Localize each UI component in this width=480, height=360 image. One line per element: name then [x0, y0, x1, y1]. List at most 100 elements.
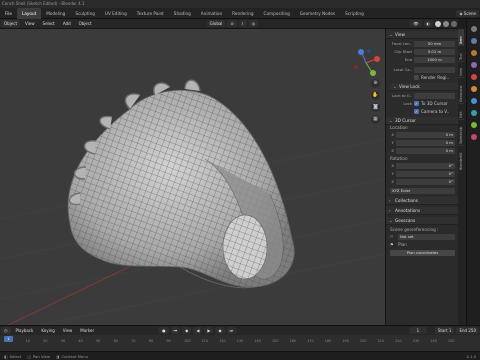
pivot-icon[interactable]: ⊙ — [227, 20, 237, 27]
plan-coordinates-button[interactable]: Plan coordinates — [390, 249, 455, 256]
tab-shading[interactable]: Shading — [169, 8, 196, 19]
tab-view[interactable]: View — [458, 61, 464, 77]
3d-viewport[interactable]: ⊕ ✋ ◙ ▦ — [0, 29, 386, 330]
n-panel-tabs: Item Tool View Geoscans Edit Sketchfab B… — [458, 29, 466, 325]
view-lock-section-header[interactable]: ⌄ View Lock — [390, 83, 458, 91]
world-properties-icon[interactable] — [470, 74, 477, 80]
jump-end-icon[interactable]: ⏭ — [226, 327, 237, 334]
grid-icon[interactable]: ▦ — [371, 115, 380, 124]
clip-end-field[interactable]: 1000 m — [414, 56, 455, 63]
jump-start-icon[interactable]: ⏮ — [170, 327, 181, 334]
timeline-view-menu[interactable]: View — [60, 327, 76, 334]
render-properties-icon[interactable] — [470, 38, 477, 44]
tab-sketchfab[interactable]: Sketchfab — [458, 119, 464, 145]
hand-pan-icon[interactable]: ✋ — [371, 91, 380, 100]
end-frame-field[interactable]: End 250 — [456, 327, 479, 334]
render-region-checkbox[interactable] — [414, 75, 419, 80]
play-icon[interactable]: ▶ — [204, 327, 214, 334]
gizmo-y-icon[interactable] — [370, 70, 376, 76]
tab-texture-paint[interactable]: Texture Paint — [132, 8, 169, 19]
tab-geoscans[interactable]: Geoscans — [458, 77, 464, 103]
rotation-x-field[interactable]: 0° — [396, 162, 455, 169]
tab-rendering[interactable]: Rendering — [227, 8, 258, 19]
location-y-field[interactable]: 0 m — [396, 139, 455, 146]
proportional-icon[interactable]: ◎ — [248, 20, 259, 27]
tab-blenderkit[interactable]: BlenderKit — [458, 145, 464, 171]
timeline-editor-icon[interactable]: ◷ — [1, 327, 11, 334]
tab-scripting[interactable]: Scripting — [340, 8, 369, 19]
rotation-z-field[interactable]: 0° — [396, 178, 455, 185]
file-menu[interactable]: File — [0, 8, 17, 19]
play-reverse-icon[interactable]: ◀ — [193, 327, 203, 334]
annotations-section-header[interactable]: › Annotations — [386, 207, 458, 215]
orientation-selector[interactable]: Global — [206, 20, 226, 27]
start-frame-field[interactable]: Start 1 — [434, 327, 455, 334]
select-menu[interactable]: Select — [40, 20, 58, 27]
geoscans-section-header[interactable]: ⌄ Geoscans — [386, 217, 458, 225]
navigation-gizmo[interactable] — [354, 49, 380, 76]
data-properties-icon[interactable] — [470, 122, 477, 128]
view-menu[interactable]: View — [22, 20, 38, 27]
prev-key-icon[interactable]: ◆ — [182, 327, 192, 334]
tab-geometry-nodes[interactable]: Geometry Nodes — [295, 8, 340, 19]
gizmo-x-icon[interactable] — [374, 56, 380, 62]
clip-start-field[interactable]: 0.01 m — [414, 48, 455, 55]
current-frame-field[interactable]: 1 — [408, 327, 427, 334]
output-properties-icon[interactable] — [470, 50, 477, 56]
snap-icon[interactable]: ⌇ — [238, 20, 247, 27]
status-context-menu: Context Menu — [61, 353, 89, 359]
status-bar: ◧ Select ◫ Pan View ◨ Context Menu 4.1.0 — [0, 351, 480, 360]
physics-properties-icon[interactable] — [470, 110, 477, 116]
rot-z-label: Z — [391, 179, 394, 184]
georef-field[interactable]: Not set — [398, 233, 455, 240]
location-x-field[interactable]: 0 m — [396, 131, 455, 138]
ruler-tick-label: 40 — [78, 339, 83, 343]
object-menu[interactable]: Object — [76, 20, 95, 27]
keying-menu[interactable]: Keying — [38, 327, 57, 334]
tab-edit[interactable]: Edit — [458, 103, 464, 119]
timeline-ruler[interactable]: 0102030405060708090100110120130140150160… — [0, 335, 480, 351]
lock-to-3d-cursor-checkbox[interactable]: ✓ — [414, 101, 419, 106]
shading-material-icon[interactable] — [443, 20, 449, 27]
object-properties-icon[interactable] — [470, 86, 477, 92]
mode-selector[interactable]: Object — [1, 20, 21, 27]
overlays-icon[interactable]: ◐ — [423, 20, 433, 27]
viewport-canvas[interactable] — [0, 29, 386, 330]
shading-rendered-icon[interactable] — [451, 20, 457, 27]
3d-cursor-section-header[interactable]: ⌄ 3D Cursor — [386, 117, 458, 125]
lock-to-object-field[interactable] — [414, 92, 455, 99]
add-menu[interactable]: Add — [60, 20, 74, 27]
scene-selector[interactable]: ◈ Scene — [456, 9, 479, 17]
tab-uv-editing[interactable]: UV Editing — [100, 8, 132, 19]
playback-menu[interactable]: Playback — [13, 327, 37, 334]
focal-length-field[interactable]: 50 mm — [414, 40, 455, 47]
location-z-field[interactable]: 0 m — [396, 147, 455, 154]
gizmo-z-icon[interactable] — [358, 49, 364, 55]
marker-menu[interactable]: Marker — [77, 327, 97, 334]
tab-layout[interactable]: Layout — [17, 7, 42, 19]
scene-properties-icon[interactable] — [470, 62, 477, 68]
camera-to-view-checkbox[interactable]: ✓ — [414, 109, 419, 114]
tab-tool[interactable]: Tool — [458, 45, 464, 61]
rotation-y-field[interactable]: 0° — [396, 170, 455, 177]
record-icon[interactable]: ● — [159, 327, 169, 334]
rotation-mode-dropdown[interactable]: XYZ Euler — [390, 187, 455, 194]
tab-animation[interactable]: Animation — [196, 8, 227, 19]
local-camera-field[interactable] — [414, 66, 455, 73]
camera-icon[interactable]: ◙ — [371, 103, 380, 112]
playhead[interactable]: 1 — [4, 336, 13, 342]
tab-sculpting[interactable]: Sculpting — [70, 8, 100, 19]
collections-section-header[interactable]: › Collections — [386, 197, 458, 205]
view-section-header[interactable]: ⌄ View — [386, 31, 458, 39]
tab-modeling[interactable]: Modeling — [41, 8, 70, 19]
tab-compositing[interactable]: Compositing — [259, 8, 295, 19]
tool-properties-icon[interactable] — [470, 26, 477, 32]
zoom-icon[interactable]: ⊕ — [371, 79, 380, 88]
conch-shell-mesh[interactable] — [67, 79, 295, 289]
tab-item[interactable]: Item — [458, 29, 464, 45]
visibility-icon[interactable]: 👁 — [410, 20, 422, 27]
shading-solid-icon[interactable] — [435, 20, 441, 27]
modifier-properties-icon[interactable] — [470, 98, 477, 104]
material-properties-icon[interactable] — [470, 134, 477, 140]
next-key-icon[interactable]: ◆ — [215, 327, 225, 334]
